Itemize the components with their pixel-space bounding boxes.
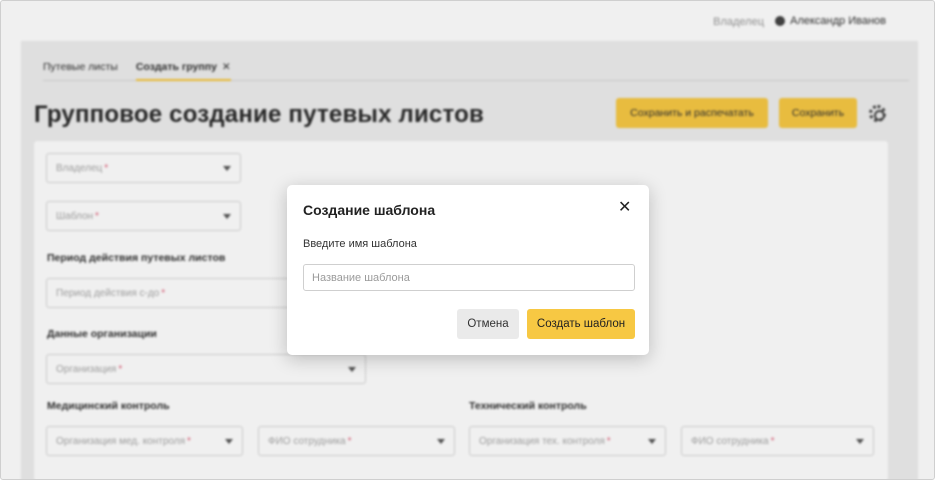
create-template-dialog: Создание шаблона ✕ Введите имя шаблона О… [287, 185, 649, 355]
create-template-button[interactable]: Создать шаблон [527, 309, 635, 339]
app-window: Владелец Александр Иванов Путевые листы … [0, 0, 935, 480]
cancel-button[interactable]: Отмена [457, 309, 519, 339]
template-name-label: Введите имя шаблона [303, 238, 417, 250]
template-name-input[interactable] [303, 264, 635, 291]
dialog-title: Создание шаблона [303, 202, 436, 218]
close-icon[interactable]: ✕ [618, 199, 631, 217]
